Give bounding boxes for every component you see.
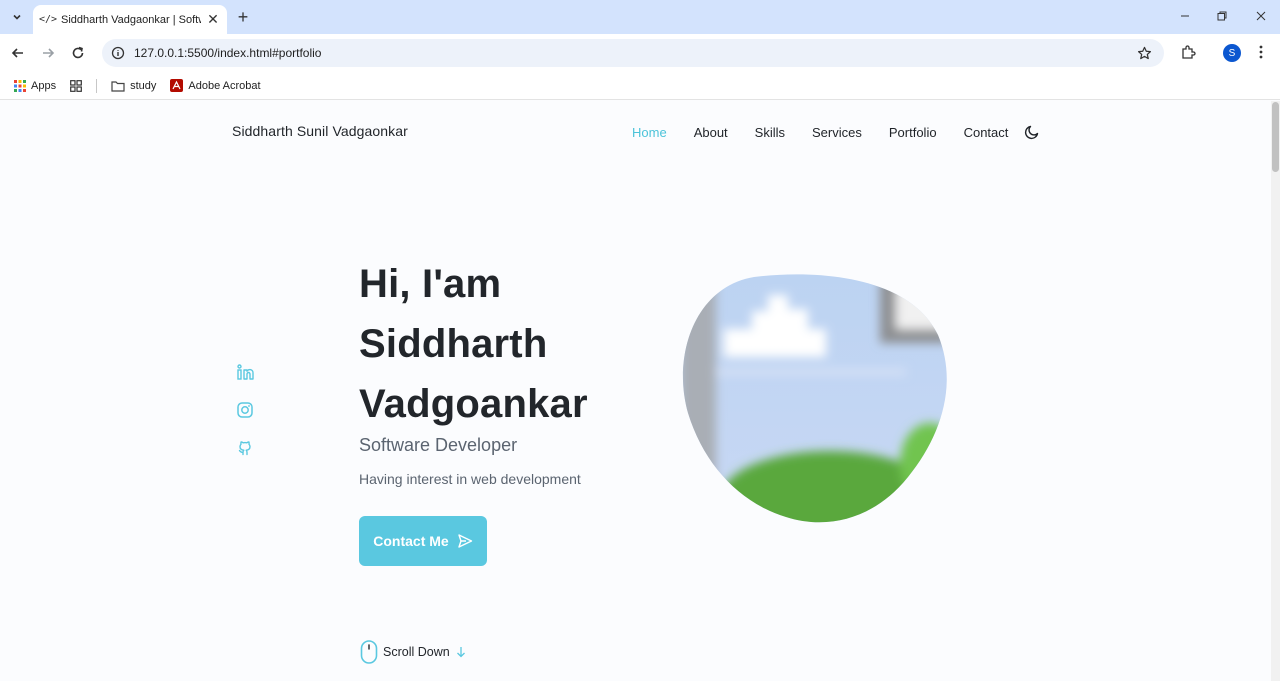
tab-strip: </> Siddharth Vadgaonkar | Software Deve… bbox=[0, 0, 1280, 34]
portfolio-page: Siddharth Sunil Vadgaonkar Home About Sk… bbox=[0, 101, 1271, 681]
nav-link-skills[interactable]: Skills bbox=[755, 125, 785, 140]
reload-icon bbox=[72, 46, 84, 59]
site-nav: Home About Skills Services Portfolio Con… bbox=[632, 123, 1041, 141]
bookmark-separator bbox=[96, 78, 98, 93]
site-logo[interactable]: Siddharth Sunil Vadgaonkar bbox=[232, 123, 408, 139]
browser-toolbar: 127.0.0.1:5500/index.html#portfolio S bbox=[0, 34, 1280, 72]
nav-link-services[interactable]: Services bbox=[812, 125, 862, 140]
mouse-icon bbox=[360, 640, 378, 664]
profile-avatar[interactable]: S bbox=[1223, 44, 1241, 62]
contact-me-label: Contact Me bbox=[373, 533, 449, 549]
url-text: 127.0.0.1:5500/index.html#portfolio bbox=[134, 46, 322, 60]
code-icon: </> bbox=[39, 14, 58, 25]
hero-title-line: Siddharth bbox=[359, 322, 548, 366]
address-bar[interactable]: 127.0.0.1:5500/index.html#portfolio bbox=[102, 39, 1164, 67]
arrow-down-icon bbox=[456, 646, 466, 658]
scrollbar-thumb[interactable] bbox=[1272, 102, 1279, 172]
hero-subtitle: Software Developer bbox=[359, 435, 518, 455]
browser-tab[interactable]: </> Siddharth Vadgaonkar | Software Deve… bbox=[33, 5, 227, 34]
instagram-link[interactable] bbox=[236, 401, 254, 419]
chevron-down-icon bbox=[13, 14, 21, 20]
apps-grid-icon bbox=[14, 79, 26, 92]
bookmark-study[interactable]: study bbox=[111, 80, 156, 92]
scroll-down-label: Scroll Down bbox=[383, 645, 450, 659]
folder-icon bbox=[111, 80, 125, 92]
hero-title: Hi, I'am Siddharth Vadgoankar bbox=[359, 254, 659, 434]
nav-link-contact[interactable]: Contact bbox=[964, 125, 1009, 140]
bookmarks-bar: Apps study Adobe Acrobat bbox=[0, 72, 1280, 100]
theme-toggle-button[interactable] bbox=[1023, 123, 1041, 141]
forward-button[interactable] bbox=[36, 41, 60, 65]
minimize-icon bbox=[1181, 15, 1189, 17]
nav-link-home[interactable]: Home bbox=[632, 125, 667, 140]
page-scrollbar[interactable] bbox=[1271, 101, 1280, 681]
github-link[interactable] bbox=[236, 439, 254, 457]
nav-link-portfolio[interactable]: Portfolio bbox=[889, 125, 937, 140]
bookmark-label: Adobe Acrobat bbox=[188, 79, 261, 92]
back-button[interactable] bbox=[6, 41, 30, 65]
bookmark-label: study bbox=[130, 79, 157, 92]
window-close-button[interactable] bbox=[1248, 5, 1274, 27]
bookmark-adobe-acrobat[interactable]: Adobe Acrobat bbox=[170, 79, 261, 92]
hero-title-line: Vadgoankar bbox=[359, 382, 588, 426]
profile-image bbox=[680, 273, 948, 523]
contact-me-button[interactable]: Contact Me bbox=[359, 516, 487, 566]
new-tab-button[interactable]: + bbox=[233, 7, 253, 27]
tab-groups-icon bbox=[70, 79, 82, 92]
bookmark-label: Apps bbox=[31, 79, 57, 92]
site-info-icon[interactable] bbox=[110, 45, 126, 61]
extensions-icon[interactable] bbox=[1178, 42, 1198, 62]
restore-icon bbox=[1217, 11, 1227, 21]
bookmark-star-icon[interactable] bbox=[1134, 43, 1154, 63]
tab-search-button[interactable] bbox=[6, 6, 28, 28]
tab-title: Siddharth Vadgaonkar | Software Develope… bbox=[61, 13, 201, 26]
send-icon bbox=[457, 533, 473, 549]
social-links bbox=[236, 363, 254, 477]
close-icon bbox=[1256, 11, 1266, 21]
acrobat-icon bbox=[170, 79, 184, 92]
bookmark-apps[interactable]: Apps bbox=[14, 79, 57, 92]
linkedin-link[interactable] bbox=[236, 363, 254, 381]
arrow-left-icon bbox=[11, 48, 23, 58]
reload-button[interactable] bbox=[66, 41, 90, 65]
instagram-icon bbox=[237, 402, 253, 418]
linkedin-icon bbox=[236, 363, 254, 380]
moon-icon bbox=[1025, 125, 1039, 140]
arrow-right-icon bbox=[43, 48, 55, 58]
restore-button[interactable] bbox=[1209, 5, 1235, 27]
close-icon[interactable]: ✕ bbox=[205, 11, 221, 28]
nav-link-about[interactable]: About bbox=[694, 125, 728, 140]
github-icon bbox=[238, 441, 251, 456]
hero-title-line: Hi, I'am bbox=[359, 262, 502, 306]
tab-groups-button[interactable] bbox=[70, 79, 82, 92]
hero-description: Having interest in web development bbox=[359, 471, 581, 487]
more-menu-icon[interactable] bbox=[1253, 42, 1269, 62]
minimize-button[interactable] bbox=[1172, 5, 1198, 27]
scroll-down-link[interactable]: Scroll Down bbox=[360, 640, 466, 664]
